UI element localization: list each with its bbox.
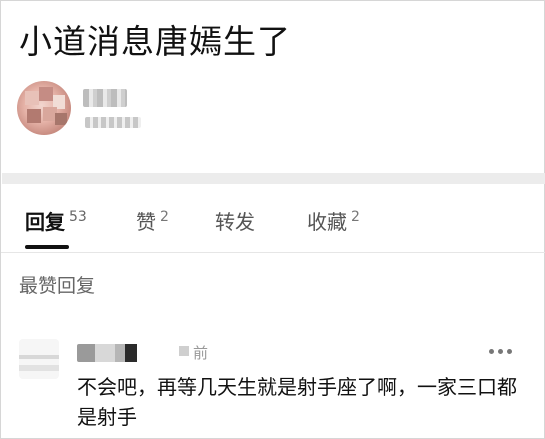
- tab-replies[interactable]: 回复 53: [25, 206, 87, 235]
- post-title: 小道消息唐嫣生了: [19, 22, 291, 61]
- top-replies-heading: 最赞回复: [19, 275, 96, 297]
- comment-time-suffix: 前: [193, 344, 209, 362]
- comment-time-blurred: [179, 346, 189, 356]
- tab-replies-count: 53: [69, 209, 87, 226]
- author-avatar[interactable]: [17, 81, 71, 135]
- tab-bar: 回复 53 赞2 转发 收藏 2: [1, 184, 545, 253]
- tab-likes[interactable]: 赞2: [136, 206, 169, 235]
- more-horizontal-icon[interactable]: [489, 347, 513, 355]
- comment-text: 不会吧，再等几天生就是射手座了啊，一家三口都是射手: [77, 375, 517, 429]
- tab-favorites-count: 2: [351, 209, 360, 226]
- tab-favorites-label: 收藏: [307, 210, 347, 234]
- tab-reposts[interactable]: 转发: [215, 206, 255, 235]
- author-name-blurred[interactable]: [83, 89, 127, 107]
- tab-reposts-label: 转发: [215, 210, 255, 234]
- active-tab-indicator: [25, 245, 69, 249]
- section-divider: [2, 173, 545, 184]
- tab-favorites[interactable]: 收藏 2: [307, 206, 360, 235]
- tab-likes-label: 赞: [136, 210, 156, 234]
- tab-likes-count: 2: [160, 209, 169, 226]
- screen-frame: 小道消息唐嫣生了 回复 53 赞2 转发 收藏 2 最赞回复 前 不会吧，再等几天生…: [0, 0, 545, 439]
- author-meta-blurred: [85, 117, 141, 128]
- comment-username-blurred[interactable]: [77, 344, 145, 362]
- tab-replies-label: 回复: [25, 210, 65, 234]
- comment-avatar[interactable]: [19, 339, 59, 379]
